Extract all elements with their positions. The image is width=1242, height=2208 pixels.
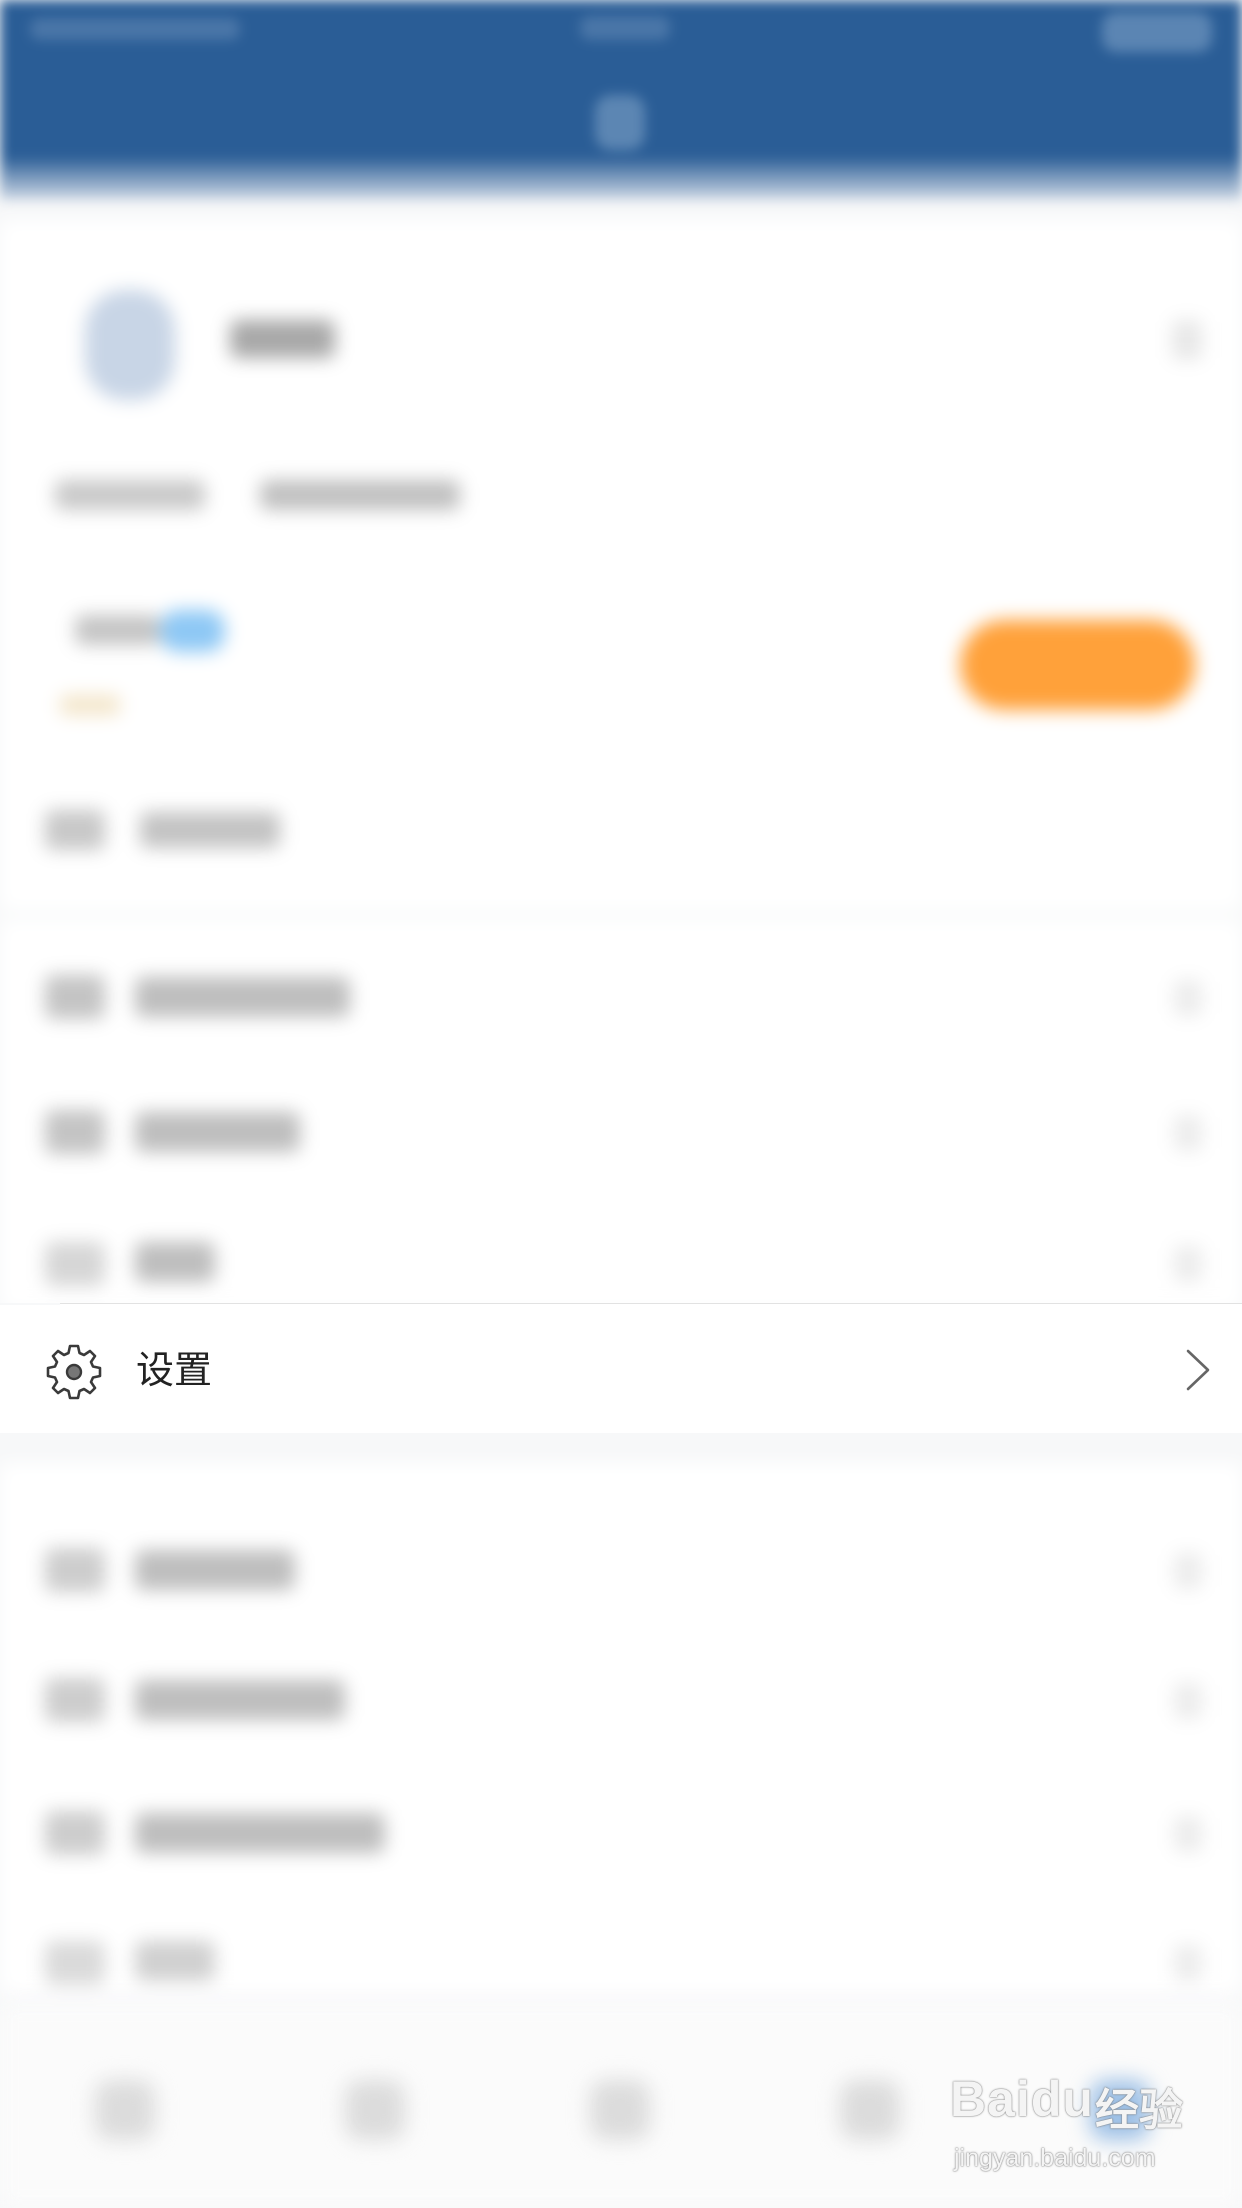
top-navigation-bar bbox=[0, 0, 1242, 200]
profile-stat bbox=[260, 480, 460, 510]
chevron-right-icon bbox=[1174, 1246, 1202, 1282]
level-badge bbox=[160, 610, 225, 652]
profile-stat bbox=[55, 480, 205, 510]
status-bar-left bbox=[30, 18, 240, 40]
watermark-url: jingyan.baidu.com bbox=[954, 2144, 1156, 2172]
menu-item-label[interactable] bbox=[135, 1550, 295, 1590]
action-button[interactable] bbox=[960, 620, 1195, 710]
menu-item-icon bbox=[45, 1548, 105, 1592]
chevron-right-icon bbox=[1174, 1115, 1202, 1151]
tab-discover-icon[interactable] bbox=[345, 2080, 405, 2140]
menu-item-icon bbox=[45, 1678, 105, 1722]
menu-item-icon bbox=[45, 1242, 105, 1286]
menu-group bbox=[0, 1463, 1242, 1993]
tab-home-icon[interactable] bbox=[95, 2080, 155, 2140]
chevron-right-icon bbox=[1174, 1816, 1202, 1852]
page-title bbox=[595, 95, 645, 150]
chevron-right-icon bbox=[1186, 1349, 1210, 1391]
watermark-brand: Baidu bbox=[950, 2071, 1094, 2127]
chevron-right-icon bbox=[1174, 1683, 1202, 1719]
tab-messages-icon[interactable] bbox=[840, 2080, 900, 2140]
chevron-right-icon bbox=[1174, 1553, 1202, 1589]
status-bar-time bbox=[580, 16, 670, 40]
profile-chevron-icon bbox=[1172, 320, 1202, 360]
menu-item-icon bbox=[45, 810, 105, 850]
menu-item-label bbox=[140, 812, 280, 848]
settings-label: 设置 bbox=[136, 1348, 213, 1392]
menu-item-label[interactable] bbox=[135, 1680, 345, 1720]
menu-item-icon bbox=[45, 1811, 105, 1855]
menu-item-label[interactable] bbox=[135, 1242, 215, 1282]
menu-item-icon bbox=[45, 1110, 105, 1154]
level-sub bbox=[60, 695, 120, 715]
profile-card[interactable] bbox=[0, 220, 1242, 910]
watermark-cn: 经验 bbox=[1095, 2085, 1183, 2136]
menu-item-icon bbox=[45, 1941, 105, 1985]
status-bar-battery bbox=[1102, 12, 1212, 52]
menu-item-icon bbox=[45, 975, 105, 1019]
avatar[interactable] bbox=[85, 290, 175, 400]
baidu-jingyan-watermark: Baidu 经验 jingyan.baidu.com bbox=[950, 2070, 1220, 2180]
divider-inset bbox=[0, 1303, 60, 1305]
gear-icon bbox=[46, 1344, 102, 1400]
menu-item-label[interactable] bbox=[135, 1112, 300, 1152]
settings-menu-item[interactable]: 设置 bbox=[0, 1303, 1242, 1433]
menu-group bbox=[0, 920, 1242, 1310]
menu-item-label[interactable] bbox=[135, 977, 350, 1017]
chevron-right-icon bbox=[1174, 980, 1202, 1016]
level-label bbox=[75, 615, 160, 645]
menu-item-label[interactable] bbox=[135, 1941, 215, 1981]
chevron-right-icon bbox=[1174, 1945, 1202, 1981]
tab-center-icon[interactable] bbox=[590, 2080, 650, 2140]
blurred-content-upper bbox=[0, 200, 1242, 1310]
username bbox=[230, 320, 335, 358]
menu-item-label[interactable] bbox=[135, 1813, 385, 1853]
